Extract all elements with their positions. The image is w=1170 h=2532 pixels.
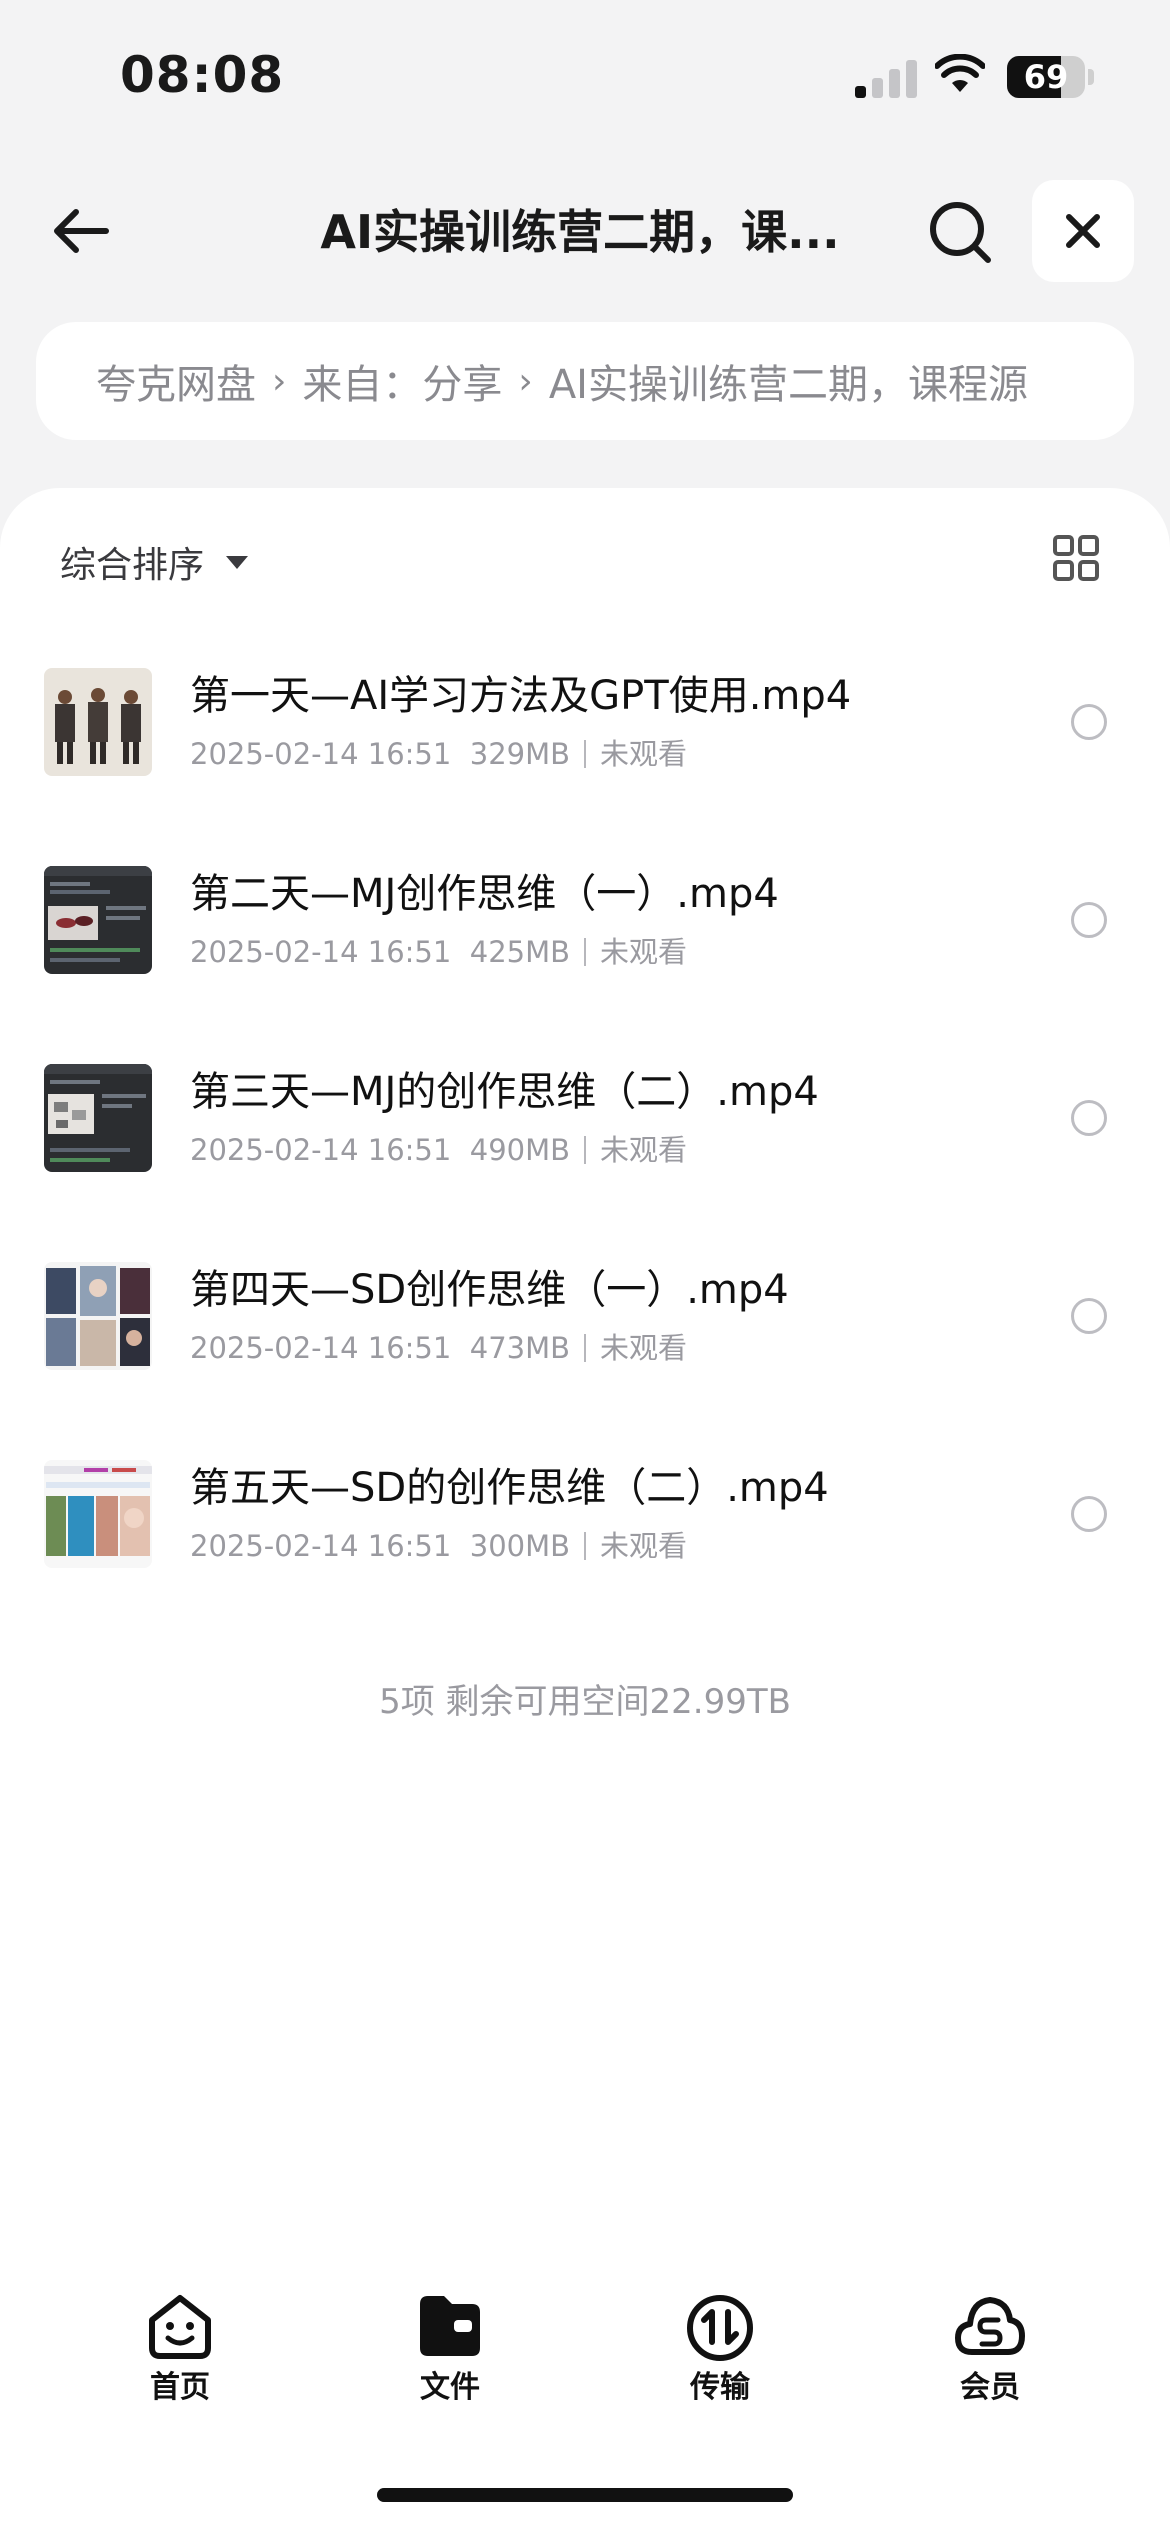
status-time: 08:08 [120, 46, 285, 104]
battery-level: 69 [1023, 58, 1069, 96]
watch-status: 未观看 [600, 935, 688, 969]
file-meta: 2025-02-14 16:51 329MB 未观看 [190, 734, 687, 774]
sort-dropdown[interactable]: 综合排序 [60, 532, 249, 592]
file-row[interactable]: 第一天—AI学习方法及GPT使用.mp4 2025-02-14 16:51 32… [0, 668, 1170, 866]
breadcrumb-item-root[interactable]: 夸克网盘 [96, 352, 256, 410]
search-icon[interactable] [926, 198, 994, 266]
file-date: 2025-02-14 16:51 [190, 1133, 452, 1167]
tab-transfer[interactable]: 传输 [630, 2280, 810, 2420]
select-radio[interactable] [1071, 1496, 1107, 1532]
grid-view-icon[interactable] [1052, 534, 1100, 582]
transfer-icon [687, 2295, 753, 2361]
file-meta: 2025-02-14 16:51 300MB 未观看 [190, 1526, 687, 1566]
tab-member[interactable]: 会员 [900, 2280, 1080, 2420]
sort-caret-icon [226, 555, 249, 569]
file-date: 2025-02-14 16:51 [190, 935, 452, 969]
file-name: 第三天—MJ的创作思维（二）.mp4 [190, 1069, 819, 1115]
signal-icon [855, 58, 917, 98]
file-size: 329MB [469, 737, 571, 771]
smile-face-icon [149, 2295, 211, 2359]
file-name: 第一天—AI学习方法及GPT使用.mp4 [190, 673, 852, 719]
file-list: 第一天—AI学习方法及GPT使用.mp4 2025-02-14 16:51 32… [0, 668, 1170, 1658]
sort-label: 综合排序 [60, 545, 205, 586]
video-thumbnail [44, 866, 152, 974]
file-meta: 2025-02-14 16:51 473MB 未观看 [190, 1328, 687, 1368]
file-row[interactable]: 第五天—SD的创作思维（二）.mp4 2025-02-14 16:51 300M… [0, 1460, 1170, 1658]
breadcrumb: 夸克网盘 › 来自：分享 › AI实操训练营二期，课程源 [36, 322, 1134, 440]
close-button[interactable] [1032, 180, 1134, 282]
close-icon [1066, 214, 1100, 248]
status-bar: 08:08 69 [0, 0, 1170, 150]
video-thumbnail [44, 1262, 152, 1370]
page-title: AI实操训练营二期，课... [320, 205, 840, 259]
file-name: 第四天—SD创作思维（一）.mp4 [190, 1267, 789, 1313]
file-panel: 综合排序 第一天—AI学习方法及GPT使用.mp4 2025-02-14 16:… [0, 488, 1170, 2532]
file-name: 第二天—MJ创作思维（一）.mp4 [190, 871, 779, 917]
video-thumbnail [44, 1064, 152, 1172]
member-cloud-icon [955, 2297, 1025, 2355]
tab-home[interactable]: 首页 [90, 2280, 270, 2420]
file-row[interactable]: 第二天—MJ创作思维（一）.mp4 2025-02-14 16:51 425MB… [0, 866, 1170, 1064]
file-date: 2025-02-14 16:51 [190, 1331, 452, 1365]
video-thumbnail [44, 668, 152, 776]
file-name: 第五天—SD的创作思维（二）.mp4 [190, 1465, 829, 1511]
file-row[interactable]: 第四天—SD创作思维（一）.mp4 2025-02-14 16:51 473MB… [0, 1262, 1170, 1460]
select-radio[interactable] [1071, 902, 1107, 938]
back-arrow-icon[interactable] [48, 198, 114, 264]
video-thumbnail [44, 1460, 152, 1568]
breadcrumb-item-current[interactable]: AI实操训练营二期，课程源 [549, 352, 1028, 410]
tab-label: 会员 [960, 2370, 1020, 2405]
file-date: 2025-02-14 16:51 [190, 737, 452, 771]
file-meta: 2025-02-14 16:51 490MB 未观看 [190, 1130, 687, 1170]
select-radio[interactable] [1071, 704, 1107, 740]
breadcrumb-item-share[interactable]: 来自：分享 [302, 352, 502, 410]
battery-icon: 69 [1007, 56, 1094, 98]
breadcrumb-separator: › [272, 360, 287, 402]
file-row[interactable]: 第三天—MJ的创作思维（二）.mp4 2025-02-14 16:51 490M… [0, 1064, 1170, 1262]
breadcrumb-separator: › [518, 360, 533, 402]
select-radio[interactable] [1071, 1298, 1107, 1334]
watch-status: 未观看 [600, 1529, 688, 1563]
folder-icon [420, 2296, 480, 2356]
tab-bar: 首页 文件 传输 会员 [0, 2280, 1170, 2420]
tab-label: 传输 [690, 2370, 750, 2405]
file-date: 2025-02-14 16:51 [190, 1529, 452, 1563]
file-size: 473MB [469, 1331, 571, 1365]
file-size: 425MB [469, 935, 571, 969]
watch-status: 未观看 [600, 1331, 688, 1365]
select-radio[interactable] [1071, 1100, 1107, 1136]
tab-label: 首页 [150, 2370, 210, 2405]
file-meta: 2025-02-14 16:51 425MB 未观看 [190, 932, 687, 972]
home-indicator [377, 2488, 793, 2502]
watch-status: 未观看 [600, 1133, 688, 1167]
storage-summary: 5项 剩余可用空间22.99TB [379, 1682, 791, 1722]
watch-status: 未观看 [600, 737, 688, 771]
file-size: 490MB [469, 1133, 571, 1167]
file-size: 300MB [469, 1529, 571, 1563]
wifi-icon [935, 54, 985, 92]
tab-label: 文件 [420, 2370, 480, 2405]
tab-files[interactable]: 文件 [360, 2280, 540, 2420]
